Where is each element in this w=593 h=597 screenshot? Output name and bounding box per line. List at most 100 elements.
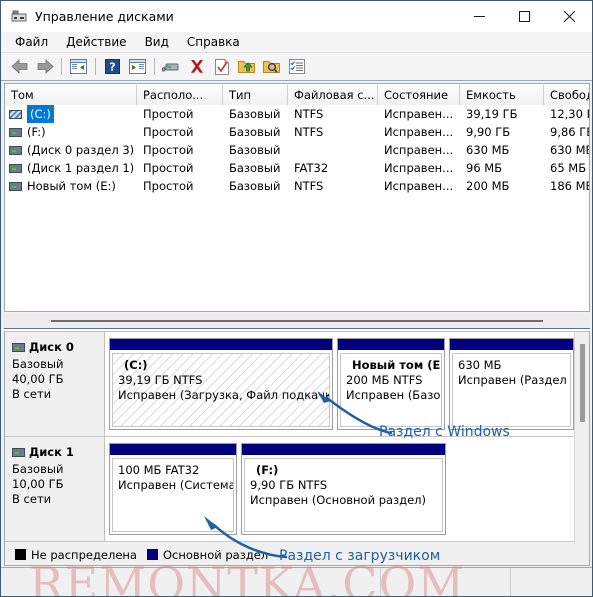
cell-status: Исправен... <box>384 107 454 121</box>
cell-type: Базовый <box>229 125 281 139</box>
cell-volume-label: (F:) <box>27 125 46 139</box>
partition-body: 100 МБ FAT32 Исправен (Система, С <box>112 458 234 532</box>
cell-volume-label: (Диск 1 раздел 1) <box>27 161 135 175</box>
legend-primary-partition: Основной раздел <box>146 547 269 562</box>
menu-view[interactable]: Вид <box>136 32 178 53</box>
volume-icon <box>9 145 22 155</box>
status-segment-2 <box>381 567 511 596</box>
cell-volume: (Диск 0 раздел 3) <box>5 141 137 159</box>
disk-row-1: Диск 1 Базовый 10,00 ГБ В сети 100 МБ FA… <box>5 437 589 542</box>
cell-capacity: 630 МБ <box>466 143 510 157</box>
disk-name-1: Диск 1 <box>29 445 74 459</box>
partition-label: (C:) <box>124 358 148 372</box>
partition-status: Исправен (Основной раздел) <box>250 493 427 507</box>
toolbar-separator <box>61 58 62 75</box>
disk-info-1[interactable]: Диск 1 Базовый 10,00 ГБ В сети <box>5 437 105 541</box>
cell-filesystem <box>288 141 378 159</box>
forward-icon[interactable] <box>33 55 56 78</box>
menu-help[interactable]: Справка <box>178 32 249 53</box>
column-header-status[interactable]: Состояние <box>378 84 460 105</box>
partition-size-fs: 39,19 ГБ NTFS <box>118 373 203 387</box>
show-action-pane-icon[interactable] <box>126 55 149 78</box>
cell-type: Базовый <box>229 179 281 193</box>
close-button[interactable] <box>547 1 592 32</box>
cell-layout: Простой <box>143 107 194 121</box>
menu-file[interactable]: Файл <box>6 32 57 53</box>
table-row[interactable]: Новый том (E:) Простой Базовый NTFS Испр… <box>5 177 589 195</box>
cell-free: 9,86 ГБ <box>550 125 590 139</box>
partition-size-fs: 9,90 ГБ NTFS <box>250 478 328 492</box>
column-header-filesystem[interactable]: Файловая с... <box>288 84 378 105</box>
legend-bar: Не распределена Основной раздел <box>4 544 590 566</box>
pane-splitter[interactable] <box>4 314 590 328</box>
table-row[interactable]: (Диск 0 раздел 3) Простой Базовый Исправ… <box>5 141 589 159</box>
partition-c[interactable]: (C:) 39,19 ГБ NTFS Исправен (Загрузка, Ф… <box>109 338 333 430</box>
table-row[interactable]: (F:) Простой Базовый NTFS Исправен... 9,… <box>5 123 589 141</box>
column-header-free[interactable]: Свобод... <box>544 84 589 105</box>
graphical-view-pane: Диск 0 Базовый 40,00 ГБ В сети (C:) 39,1… <box>4 332 590 544</box>
minimize-button[interactable] <box>457 1 502 32</box>
partition-e[interactable]: Новый том (E:) 200 МБ NTFS Исправен (Баз… <box>337 338 445 430</box>
partition-recovery[interactable]: 630 МБ Исправен (Раздел вос <box>449 338 574 430</box>
toolbar-separator <box>95 58 96 75</box>
partition-label: Новый том (E:) <box>352 358 442 372</box>
cell-status: Исправен... <box>384 161 454 175</box>
disk-info-0[interactable]: Диск 0 Базовый 40,00 ГБ В сети <box>5 332 105 436</box>
partition-capacity-bar <box>242 444 445 456</box>
disk-title-0: Диск 0 <box>12 340 104 355</box>
partition-area-0: (C:) 39,19 ГБ NTFS Исправен (Загрузка, Ф… <box>105 332 589 436</box>
disk-management-icon <box>11 9 27 25</box>
splitter-grip <box>51 320 543 322</box>
partition-status: Исправен (Система, С <box>118 478 234 492</box>
list-properties-icon[interactable] <box>285 55 308 78</box>
disk-status-0: В сети <box>12 387 52 401</box>
rescan-disks-icon[interactable] <box>235 55 258 78</box>
table-row[interactable]: (Диск 1 раздел 1) Простой Базовый FAT32 … <box>5 159 589 177</box>
partition-capacity-bar <box>338 339 444 351</box>
cell-type: Базовый <box>229 143 281 157</box>
volume-list-header: Том Располо... Тип Файловая с... Состоян… <box>5 84 589 105</box>
column-header-capacity[interactable]: Емкость <box>460 84 544 105</box>
disk-name-0: Диск 0 <box>29 340 74 354</box>
scrollbar-thumb[interactable] <box>580 344 585 422</box>
cell-volume-label: Новый том (E:) <box>27 179 116 193</box>
svg-text:?: ? <box>109 61 115 74</box>
search-folder-icon[interactable] <box>260 55 283 78</box>
cell-capacity: 200 МБ <box>466 179 510 193</box>
legend-primary-swatch <box>146 549 158 560</box>
disk-row-0: Диск 0 Базовый 40,00 ГБ В сети (C:) 39,1… <box>5 332 589 437</box>
cell-type: Базовый <box>229 107 281 121</box>
properties-disk-icon[interactable] <box>160 55 183 78</box>
cell-filesystem: FAT32 <box>294 161 329 175</box>
status-segment-1 <box>1 567 381 596</box>
column-header-layout[interactable]: Располо... <box>137 84 223 105</box>
cell-status: Исправен... <box>384 125 454 139</box>
partition-body: Новый том (E:) 200 МБ NTFS Исправен (Баз… <box>340 353 442 427</box>
partition-capacity-bar <box>450 339 573 351</box>
show-console-tree-icon[interactable] <box>67 55 90 78</box>
table-row[interactable]: (C:) Простой Базовый NTFS Исправен... 39… <box>5 105 589 123</box>
help-icon[interactable]: ? <box>101 55 124 78</box>
disk-status-1: В сети <box>12 492 52 506</box>
delete-icon[interactable] <box>185 55 208 78</box>
cell-layout: Простой <box>143 143 194 157</box>
partition-system-fat32[interactable]: 100 МБ FAT32 Исправен (Система, С <box>109 443 237 535</box>
disk-type-0: Базовый <box>12 357 64 371</box>
menu-action[interactable]: Действие <box>57 32 135 53</box>
column-header-volume[interactable]: Том <box>5 84 137 105</box>
partition-f[interactable]: (F:) 9,90 ГБ NTFS Исправен (Основной раз… <box>241 443 446 535</box>
refresh-icon[interactable] <box>210 55 233 78</box>
column-header-type[interactable]: Тип <box>223 84 288 105</box>
graphical-view-scrollbar[interactable] <box>574 332 589 544</box>
back-icon[interactable] <box>8 55 31 78</box>
disk-title-1: Диск 1 <box>12 445 104 460</box>
legend-primary-label: Основной раздел <box>162 547 269 562</box>
partition-capacity-bar <box>110 444 236 456</box>
cell-capacity: 39,19 ГБ <box>466 107 518 121</box>
maximize-button[interactable] <box>502 1 547 32</box>
window-controls <box>457 1 592 32</box>
cell-volume-label: (C:) <box>27 105 54 123</box>
cell-free: 65 МБ <box>550 161 587 175</box>
partition-status: Исправен (Базовь <box>346 388 441 402</box>
window-title: Управление дисками <box>35 9 174 24</box>
